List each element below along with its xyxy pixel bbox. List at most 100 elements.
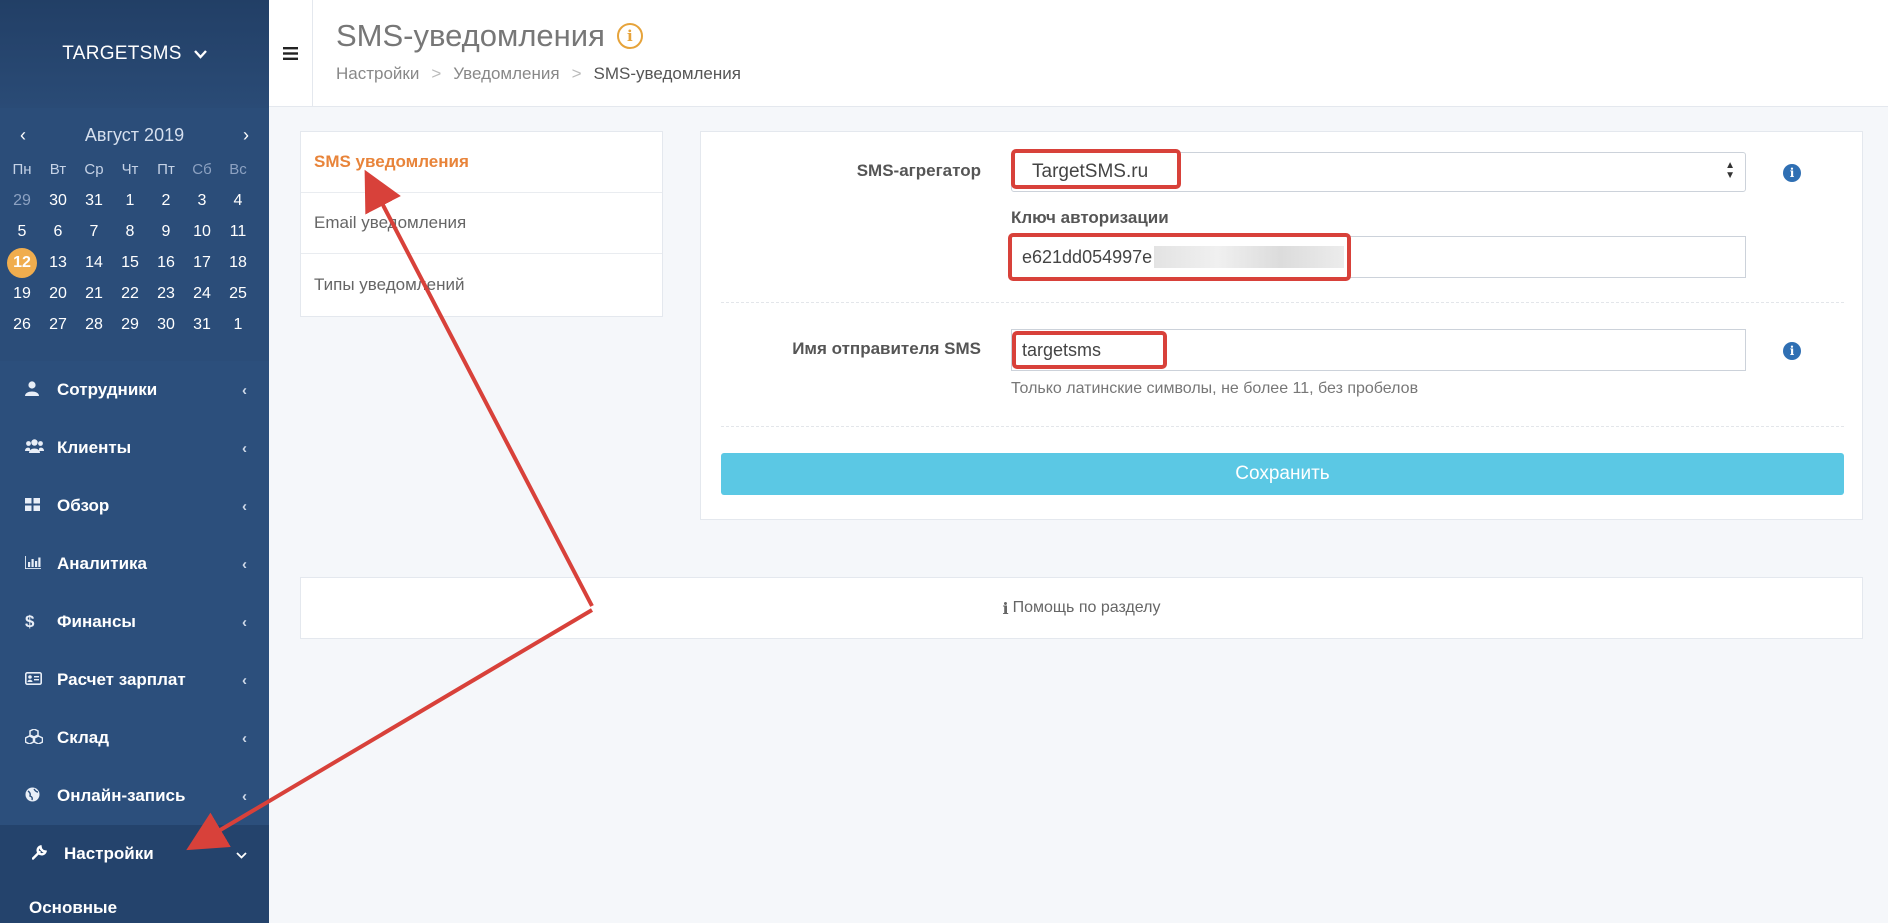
breadcrumb-separator: > — [571, 64, 582, 83]
hamburger-menu-icon[interactable] — [269, 0, 313, 107]
annotation-highlight-box — [1011, 149, 1181, 189]
calendar-day[interactable]: 1 — [220, 309, 256, 340]
breadcrumb-item[interactable]: Уведомления — [453, 64, 559, 84]
calendar-day[interactable]: 16 — [148, 247, 184, 278]
calendar-day[interactable]: 9 — [148, 216, 184, 247]
brand-name: TARGETSMS — [62, 43, 182, 64]
info-icon[interactable]: i — [616, 23, 643, 49]
form-divider — [721, 426, 1844, 427]
weekday-label: Чт — [121, 161, 139, 178]
calendar-day[interactable]: 15 — [112, 247, 148, 278]
sidebar-item-warehouse[interactable]: Склад ‹ — [0, 709, 269, 767]
calendar-prev-icon[interactable]: ‹ — [20, 125, 26, 146]
sidebar-item-clients[interactable]: Клиенты ‹ — [0, 419, 269, 477]
calendar-day[interactable]: 29 — [4, 185, 40, 216]
info-icon[interactable]: i — [1783, 342, 1801, 360]
calendar-day[interactable]: 6 — [40, 216, 76, 247]
sidebar-item-analytics[interactable]: Аналитика ‹ — [0, 535, 269, 593]
page-title-text: SMS-уведомления — [336, 18, 605, 53]
chevron-left-icon: ‹ — [242, 497, 247, 515]
chevron-down-icon — [193, 46, 207, 62]
chevron-down-icon — [236, 846, 247, 863]
calendar-day[interactable]: 31 — [184, 309, 220, 340]
tab-email-notifications[interactable]: Email уведомления — [301, 193, 662, 254]
calendar-next-icon[interactable]: › — [243, 125, 249, 146]
calendar-day[interactable]: 25 — [220, 278, 256, 309]
info-icon[interactable]: i — [1783, 164, 1801, 182]
calendar-day[interactable]: 31 — [76, 185, 112, 216]
weekday-label: Пн — [12, 161, 32, 178]
sidebar-item-label: Расчет зарплат — [57, 670, 186, 689]
sidebar-menu: Сотрудники ‹ Клиенты ‹ Обзор ‹ Аналитика… — [0, 361, 269, 923]
tab-sms-notifications[interactable]: SMS уведомления — [301, 132, 662, 193]
dollar-icon: $ — [25, 612, 35, 631]
chevron-left-icon: ‹ — [242, 671, 247, 689]
calendar-day[interactable]: 24 — [184, 278, 220, 309]
calendar-day[interactable]: 18 — [220, 247, 256, 278]
chevron-left-icon: ‹ — [242, 613, 247, 631]
wrench-icon — [31, 844, 54, 864]
sidebar-item-employees[interactable]: Сотрудники ‹ — [0, 361, 269, 419]
calendar-day[interactable]: 20 — [40, 278, 76, 309]
sidebar-item-payroll[interactable]: Расчет зарплат ‹ — [0, 651, 269, 709]
calendar-day[interactable]: 28 — [76, 309, 112, 340]
calendar-day[interactable]: 13 — [40, 247, 76, 278]
calendar-day[interactable]: 26 — [4, 309, 40, 340]
breadcrumb-separator: > — [431, 64, 442, 83]
calendar-day[interactable]: 7 — [76, 216, 112, 247]
tab-notification-types[interactable]: Типы уведомлений — [301, 254, 662, 315]
help-section[interactable]: i Помощь по разделу — [300, 577, 1863, 639]
page-header: SMS-уведомления i Настройки > Уведомлени… — [269, 0, 1888, 107]
sidebar-subitem-general[interactable]: Основные — [0, 883, 269, 923]
sidebar-item-label: Финансы — [57, 612, 136, 631]
calendar-day-today[interactable]: 12 — [4, 247, 40, 278]
sidebar-item-label: Настройки — [64, 844, 154, 863]
calendar-day[interactable]: 14 — [76, 247, 112, 278]
weekday-label: Вс — [229, 161, 247, 178]
calendar-day[interactable]: 11 — [220, 216, 256, 247]
globe-icon — [25, 787, 47, 806]
sidebar-item-overview[interactable]: Обзор ‹ — [0, 477, 269, 535]
calendar-day[interactable]: 27 — [40, 309, 76, 340]
sidebar-item-online-booking[interactable]: Онлайн-запись ‹ — [0, 767, 269, 825]
users-icon — [25, 439, 47, 457]
calendar-day[interactable]: 2 — [148, 185, 184, 216]
calendar-day[interactable]: 1 — [112, 185, 148, 216]
dashboard-icon — [25, 497, 47, 515]
cubes-icon — [24, 727, 47, 748]
page-title: SMS-уведомления i — [336, 18, 643, 54]
calendar-day[interactable]: 21 — [76, 278, 112, 309]
weekday-label: Ср — [84, 161, 104, 178]
calendar-day[interactable]: 10 — [184, 216, 220, 247]
calendar-day[interactable]: 19 — [4, 278, 40, 309]
chevron-left-icon: ‹ — [242, 729, 247, 747]
chevron-left-icon: ‹ — [242, 555, 247, 573]
calendar-day[interactable]: 22 — [112, 278, 148, 309]
weekday-label: Вт — [49, 161, 67, 178]
brand-switcher[interactable]: TARGETSMS — [0, 0, 269, 108]
sidebar-item-settings[interactable]: Настройки — [0, 825, 269, 883]
calendar-day[interactable]: 17 — [184, 247, 220, 278]
info-icon: i — [1002, 598, 1009, 618]
sidebar-item-label: Склад — [57, 728, 110, 747]
calendar-day[interactable]: 8 — [112, 216, 148, 247]
save-button[interactable]: Сохранить — [721, 453, 1844, 495]
today-badge: 12 — [7, 247, 37, 278]
form-divider — [721, 302, 1844, 303]
chevron-left-icon: ‹ — [242, 381, 247, 399]
calendar-day[interactable]: 3 — [184, 185, 220, 216]
calendar-day[interactable]: 5 — [4, 216, 40, 247]
calendar-day[interactable]: 23 — [148, 278, 184, 309]
bar-chart-icon — [24, 555, 47, 573]
calendar-day[interactable]: 30 — [40, 185, 76, 216]
calendar-day[interactable]: 29 — [112, 309, 148, 340]
calendar-day[interactable]: 4 — [220, 185, 256, 216]
auth-key-label: Ключ авторизации — [1011, 208, 1169, 227]
breadcrumb-item[interactable]: Настройки — [336, 64, 419, 84]
sidebar-item-label: Аналитика — [57, 554, 147, 573]
sidebar: TARGETSMS ‹ Август 2019 › Пн Вт Ср Чт Пт… — [0, 0, 269, 923]
sender-hint: Только латинские символы, не более 11, б… — [1011, 380, 1419, 397]
calendar-day[interactable]: 30 — [148, 309, 184, 340]
sidebar-item-finance[interactable]: $ Финансы ‹ — [0, 593, 269, 651]
annotation-highlight-box — [1012, 331, 1167, 369]
